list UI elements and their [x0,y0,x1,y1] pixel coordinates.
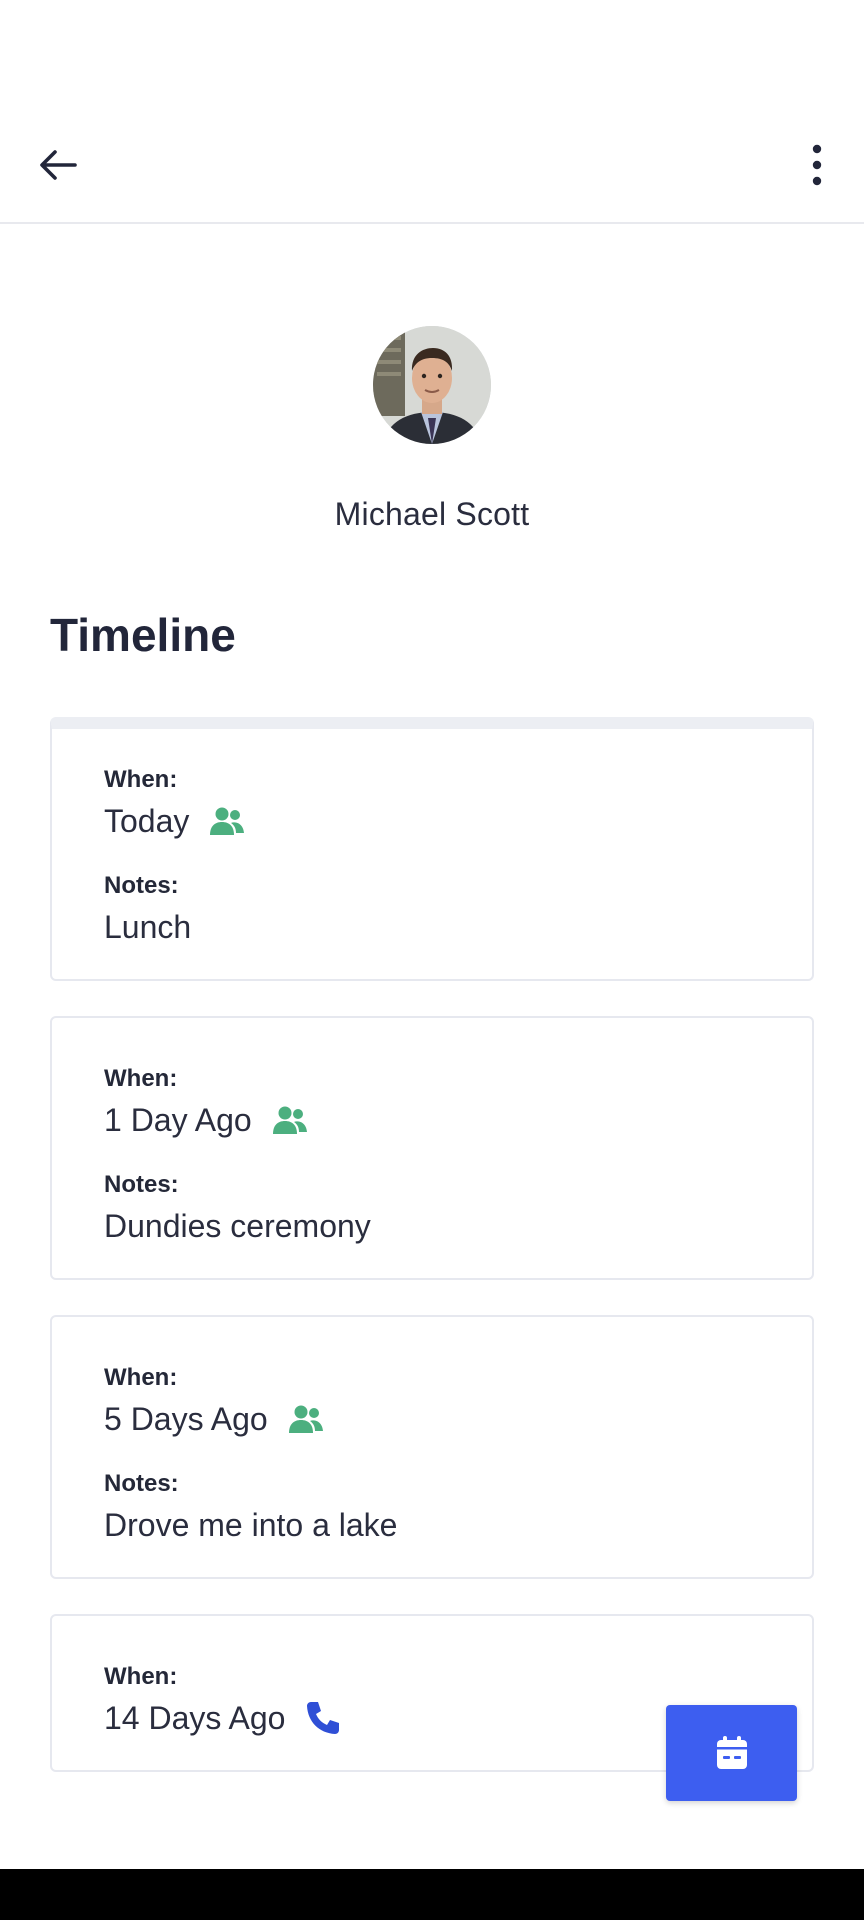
system-navigation-bar [0,1869,864,1920]
notes-label: Notes: [104,1171,179,1198]
contact-name: Michael Scott [334,496,530,532]
more-options-button[interactable] [792,140,842,190]
when-value: 1 Day Ago [104,1102,252,1138]
arrow-left-icon [40,150,77,180]
more-vertical-icon [812,144,822,186]
status-bar-area [0,0,864,110]
timeline-heading: Timeline [50,609,236,661]
meeting-people-icon [272,1105,308,1135]
timeline-card[interactable]: When: Today Notes: Lunch [50,717,814,981]
meeting-people-icon [209,806,245,836]
when-label: When: [104,1065,178,1092]
contact-profile: Michael Scott [0,326,864,533]
timeline-card[interactable]: When: 5 Days Ago Notes: Drove me into a … [50,1315,814,1579]
when-label: When: [104,1663,178,1690]
avatar [373,326,491,444]
notes-value: Drove me into a lake [104,1507,398,1543]
timeline-card[interactable]: When: 1 Day Ago Notes: Dundies ceremony [50,1016,814,1280]
back-button[interactable] [28,140,88,190]
notes-value: Lunch [104,909,192,945]
when-value: 5 Days Ago [104,1401,268,1437]
when-value: Today [104,803,190,839]
when-label: When: [104,1364,178,1391]
meeting-people-icon [288,1404,324,1434]
phone-icon [305,1700,341,1736]
schedule-fab-button[interactable] [666,1705,797,1801]
notes-label: Notes: [104,872,179,899]
calendar-icon [716,1736,747,1769]
notes-value: Dundies ceremony [104,1208,371,1244]
when-value: 14 Days Ago [104,1700,286,1736]
timeline-list: When: Today Notes: Lunch When: 1 Day Ago [50,717,814,1807]
notes-label: Notes: [104,1470,179,1497]
app-bar [0,110,864,224]
when-label: When: [104,766,178,793]
